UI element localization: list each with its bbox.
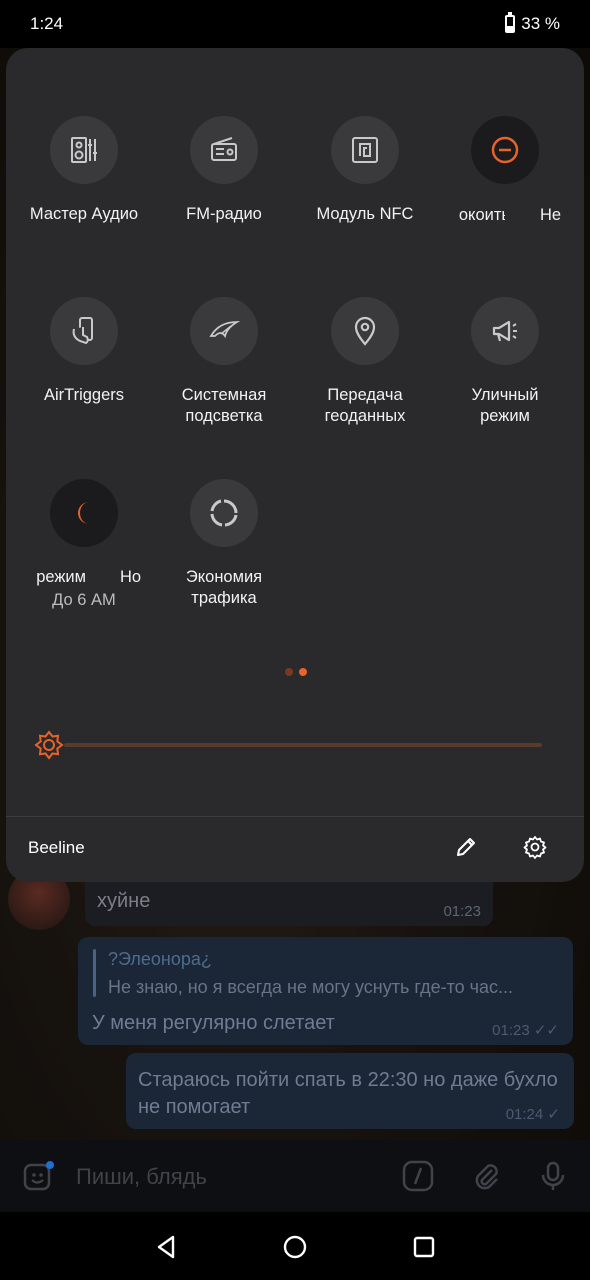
tile-airtriggers[interactable]: AirTriggers xyxy=(14,297,154,406)
tile-location[interactable]: Передача геоданных xyxy=(295,297,435,427)
reply-author: ?Элеонора¿ xyxy=(108,949,212,969)
status-bar: 1:24 33 % xyxy=(0,0,590,48)
tile-label-line: подсветка xyxy=(185,407,263,425)
tile-label: Экономия трафика xyxy=(154,567,294,609)
tile-button[interactable] xyxy=(50,116,118,184)
back-icon[interactable] xyxy=(152,1232,182,1262)
status-indicators: 33 % xyxy=(505,12,560,34)
quick-settings-panel: Мастер Аудио FM-радио Модуль NFC окоить … xyxy=(6,48,584,882)
tile-label-line: геоданных xyxy=(324,407,406,425)
commands-icon[interactable] xyxy=(402,1160,434,1192)
tile-label: режим xyxy=(36,568,86,586)
tile-label-clip: Но xyxy=(120,567,144,591)
tile-button[interactable] xyxy=(331,297,399,365)
tile-label-strip: окоить Не xyxy=(455,205,570,229)
tile-label: Уличный режим xyxy=(435,385,575,427)
tile-button[interactable] xyxy=(190,297,258,365)
tile-fm-radio[interactable]: FM-радио xyxy=(154,116,294,225)
divider xyxy=(6,816,584,817)
message-bubble[interactable]: Стараюсь пойти спать в 22:30 но даже бух… xyxy=(126,1053,574,1129)
tile-label-clip: окоить xyxy=(455,205,505,229)
tile-button[interactable] xyxy=(471,297,539,365)
attach-icon[interactable] xyxy=(470,1160,502,1192)
airtriggers-icon xyxy=(72,317,93,345)
megaphone-icon xyxy=(492,320,517,342)
radio-icon xyxy=(211,137,237,161)
do-not-disturb-icon xyxy=(491,136,519,164)
tile-label: Мастер Аудио xyxy=(29,205,139,223)
navigation-bar xyxy=(0,1212,590,1280)
tile-do-not-disturb[interactable] xyxy=(435,116,575,184)
tile-label-line: Системная xyxy=(181,386,267,404)
tile-label-line: режим xyxy=(480,407,530,425)
tile-label-line: Передача xyxy=(327,386,403,404)
page-dot[interactable] xyxy=(285,668,293,676)
tile-nfc[interactable]: Модуль NFC xyxy=(295,116,435,225)
message-text: хуйне xyxy=(97,890,151,912)
tile-button[interactable] xyxy=(331,116,399,184)
settings-gear-icon[interactable] xyxy=(523,835,547,859)
reply-text: Не знаю, но я всегда не могу уснуть где-… xyxy=(108,977,514,997)
tile-button[interactable] xyxy=(50,479,118,547)
check-icon: ✓ xyxy=(547,1106,560,1123)
message-text: У меня регулярно слетает xyxy=(92,1012,335,1034)
tile-label-clip: режим xyxy=(24,567,86,591)
tile-button[interactable] xyxy=(190,479,258,547)
audio-wizard-icon xyxy=(71,137,97,163)
microphone-icon[interactable] xyxy=(537,1160,569,1192)
home-icon[interactable] xyxy=(280,1232,310,1262)
tile-label: окоить xyxy=(458,206,505,224)
moon-icon xyxy=(78,502,89,524)
nfc-icon xyxy=(352,137,378,163)
tile-label-line: Уличный xyxy=(471,386,539,404)
tile-audio-wizard[interactable]: Мастер Аудио xyxy=(14,116,154,225)
message-text: Стараюсь пойти спать в 22:30 но даже бух… xyxy=(138,1069,558,1118)
tile-label: Передача геоданных xyxy=(295,385,435,427)
reply-quote-bar xyxy=(93,949,96,997)
status-time: 1:24 xyxy=(30,14,64,33)
message-time: 01:23 xyxy=(443,903,481,920)
brightness-icon[interactable] xyxy=(34,730,64,760)
recents-icon[interactable] xyxy=(409,1232,439,1262)
message-time-text: 01:24 xyxy=(505,1106,544,1123)
tile-label: Но xyxy=(120,568,142,586)
tile-button[interactable] xyxy=(190,116,258,184)
brightness-slider[interactable] xyxy=(34,728,554,762)
rog-aura-icon xyxy=(209,321,241,339)
message-time: 01:23 ✓✓ xyxy=(492,1021,559,1039)
tile-label: Не xyxy=(540,206,562,224)
edit-pencil-icon[interactable] xyxy=(454,835,478,859)
tile-system-lighting[interactable]: Системная подсветка xyxy=(154,297,294,427)
tile-label-line: трафика xyxy=(191,589,257,607)
tile-night-mode[interactable] xyxy=(14,479,154,547)
tile-label: FM-радио xyxy=(186,205,262,223)
sticker-icon[interactable] xyxy=(22,1160,54,1192)
message-input-bar: Пиши, блядь xyxy=(0,1140,590,1212)
message-input[interactable]: Пиши, блядь xyxy=(76,1164,207,1190)
tile-outdoor-mode[interactable]: Уличный режим xyxy=(435,297,575,427)
message-bubble[interactable]: ?Элеонора¿ Не знаю, но я всегда не могу … xyxy=(78,937,573,1045)
message-time: 01:24 ✓ xyxy=(506,1105,560,1123)
tile-data-saver[interactable]: Экономия трафика xyxy=(154,479,294,609)
location-pin-icon xyxy=(354,316,376,346)
battery-percent: 33 % xyxy=(521,14,560,33)
tile-button[interactable] xyxy=(50,297,118,365)
page-indicator xyxy=(285,668,307,676)
tile-label: Системная подсветка xyxy=(154,385,294,427)
data-saver-icon xyxy=(210,499,238,527)
tile-label: Модуль NFC xyxy=(316,205,414,223)
tile-sublabel: До 6 AM xyxy=(52,591,116,609)
tile-label: AirTriggers xyxy=(43,386,125,404)
tile-night-label-row: режим Но xyxy=(24,567,144,591)
message-time-text: 01:23 xyxy=(492,1022,530,1039)
double-check-icon: ✓✓ xyxy=(533,1022,559,1039)
battery-icon xyxy=(505,12,516,33)
tile-button[interactable] xyxy=(471,116,539,184)
page-dot-active[interactable] xyxy=(299,668,307,676)
brightness-track[interactable] xyxy=(64,743,542,747)
tile-label-line: Экономия xyxy=(185,568,263,586)
carrier-name: Beeline xyxy=(28,838,85,857)
